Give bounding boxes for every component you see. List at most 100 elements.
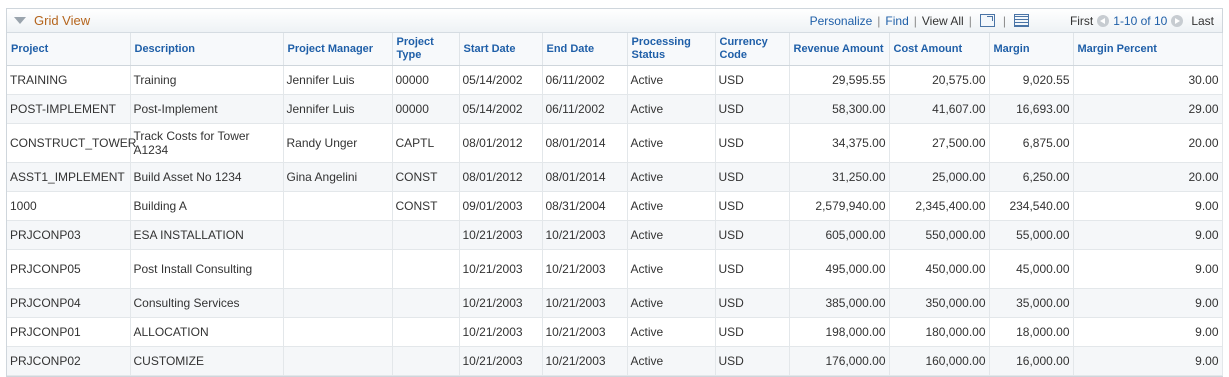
manager-cell: Randy Unger bbox=[283, 123, 393, 163]
revenue-amount-cell: 58,300.00 bbox=[789, 94, 890, 124]
find-link[interactable]: Find bbox=[885, 14, 908, 28]
project-cell: TRAINING bbox=[7, 65, 131, 95]
margin-percent-cell: 30.00 bbox=[1073, 65, 1223, 95]
col-header-processing-status[interactable]: Processing Status bbox=[627, 33, 716, 66]
margin-percent-cell: 9.00 bbox=[1073, 249, 1223, 289]
table-row: PRJCONP02 CUSTOMIZE 10/21/2003 10/21/2003 Ac… bbox=[7, 346, 1223, 376]
projects-table: Project Description Project Manager Proj… bbox=[7, 33, 1223, 376]
project-cell: PRJCONP05 bbox=[7, 249, 131, 289]
project-type-cell: CONST bbox=[392, 162, 460, 192]
col-header-margin[interactable]: Margin bbox=[989, 33, 1074, 66]
next-icon[interactable] bbox=[1171, 14, 1184, 27]
margin-cell: 6,875.00 bbox=[989, 123, 1074, 163]
manager-cell bbox=[283, 317, 393, 347]
zoom-icon[interactable] bbox=[979, 14, 995, 27]
currency-code-cell: USD bbox=[715, 123, 790, 163]
description-cell: Post Install Consulting bbox=[130, 249, 284, 289]
description-cell: ALLOCATION bbox=[130, 317, 284, 347]
table-row: PRJCONP03 ESA INSTALLATION 10/21/2003 10/21… bbox=[7, 220, 1223, 250]
col-header-project-type[interactable]: Project Type bbox=[392, 33, 460, 66]
processing-status-cell: Active bbox=[627, 220, 716, 250]
col-header-cost-amount[interactable]: Cost Amount bbox=[889, 33, 990, 66]
cost-amount-cell: 25,000.00 bbox=[889, 162, 990, 192]
description-cell: Training bbox=[130, 65, 284, 95]
grid-title[interactable]: Grid View bbox=[34, 13, 90, 28]
currency-code-cell: USD bbox=[715, 65, 790, 95]
revenue-amount-cell: 2,579,940.00 bbox=[789, 191, 890, 221]
table-row: ASST1_IMPLEMENT Build Asset No 1234 Gina A… bbox=[7, 162, 1223, 192]
col-header-project-manager[interactable]: Project Manager bbox=[283, 33, 393, 66]
margin-cell: 16,000.00 bbox=[989, 346, 1074, 376]
view-all-link[interactable]: View All bbox=[922, 14, 964, 28]
manager-cell bbox=[283, 288, 393, 318]
project-cell: ASST1_IMPLEMENT bbox=[7, 162, 131, 192]
processing-status-cell: Active bbox=[627, 191, 716, 221]
end-date-cell: 06/11/2002 bbox=[542, 65, 628, 95]
table-row: TRAINING Training Jennifer Luis 00000 05/14/… bbox=[7, 65, 1223, 95]
start-date-cell: 05/14/2002 bbox=[459, 94, 543, 124]
first-link[interactable]: First bbox=[1070, 14, 1093, 28]
revenue-amount-cell: 495,000.00 bbox=[789, 249, 890, 289]
col-header-revenue-amount[interactable]: Revenue Amount bbox=[789, 33, 890, 66]
end-date-cell: 10/21/2003 bbox=[542, 346, 628, 376]
margin-cell: 45,000.00 bbox=[989, 249, 1074, 289]
col-header-currency-code[interactable]: Currency Code bbox=[715, 33, 790, 66]
description-cell: ESA INSTALLATION bbox=[130, 220, 284, 250]
col-header-margin-percent[interactable]: Margin Percent bbox=[1073, 33, 1223, 66]
grid-view-panel: Grid View Personalize | Find | View All … bbox=[6, 8, 1223, 377]
currency-code-cell: USD bbox=[715, 346, 790, 376]
cost-amount-cell: 160,000.00 bbox=[889, 346, 990, 376]
col-header-project[interactable]: Project bbox=[7, 33, 131, 66]
currency-code-cell: USD bbox=[715, 317, 790, 347]
cost-amount-cell: 27,500.00 bbox=[889, 123, 990, 163]
description-cell: Consulting Services bbox=[130, 288, 284, 318]
separator: | bbox=[913, 13, 917, 28]
revenue-amount-cell: 31,250.00 bbox=[789, 162, 890, 192]
manager-cell: Jennifer Luis bbox=[283, 65, 393, 95]
cost-amount-cell: 450,000.00 bbox=[889, 249, 990, 289]
start-date-cell: 10/21/2003 bbox=[459, 288, 543, 318]
margin-cell: 16,693.00 bbox=[989, 94, 1074, 124]
margin-percent-cell: 29.00 bbox=[1073, 94, 1223, 124]
margin-percent-cell: 20.00 bbox=[1073, 123, 1223, 163]
col-header-start-date[interactable]: Start Date bbox=[459, 33, 543, 66]
end-date-cell: 08/01/2014 bbox=[542, 123, 628, 163]
col-header-end-date[interactable]: End Date bbox=[542, 33, 628, 66]
col-header-description[interactable]: Description bbox=[130, 33, 284, 66]
start-date-cell: 10/21/2003 bbox=[459, 346, 543, 376]
end-date-cell: 08/31/2004 bbox=[542, 191, 628, 221]
processing-status-cell: Active bbox=[627, 94, 716, 124]
margin-percent-cell: 9.00 bbox=[1073, 346, 1223, 376]
start-date-cell: 10/21/2003 bbox=[459, 317, 543, 347]
currency-code-cell: USD bbox=[715, 288, 790, 318]
download-grid-icon[interactable] bbox=[1013, 14, 1029, 27]
end-date-cell: 10/21/2003 bbox=[542, 317, 628, 347]
start-date-cell: 05/14/2002 bbox=[459, 65, 543, 95]
description-cell: Track Costs for Tower A1234 bbox=[130, 123, 284, 163]
manager-cell bbox=[283, 191, 393, 221]
margin-percent-cell: 20.00 bbox=[1073, 162, 1223, 192]
manager-cell: Jennifer Luis bbox=[283, 94, 393, 124]
currency-code-cell: USD bbox=[715, 191, 790, 221]
currency-code-cell: USD bbox=[715, 249, 790, 289]
personalize-link[interactable]: Personalize bbox=[810, 14, 873, 28]
processing-status-cell: Active bbox=[627, 65, 716, 95]
margin-cell: 55,000.00 bbox=[989, 220, 1074, 250]
last-link[interactable]: Last bbox=[1191, 14, 1214, 28]
margin-cell: 234,540.00 bbox=[989, 191, 1074, 221]
collapse-arrow-icon[interactable] bbox=[14, 17, 26, 24]
manager-cell: Gina Angelini bbox=[283, 162, 393, 192]
revenue-amount-cell: 385,000.00 bbox=[789, 288, 890, 318]
margin-cell: 9,020.55 bbox=[989, 65, 1074, 95]
cost-amount-cell: 2,345,400.00 bbox=[889, 191, 990, 221]
margin-percent-cell: 9.00 bbox=[1073, 317, 1223, 347]
previous-icon[interactable] bbox=[1097, 14, 1110, 27]
description-cell: CUSTOMIZE bbox=[130, 346, 284, 376]
manager-cell bbox=[283, 220, 393, 250]
separator: | bbox=[968, 13, 972, 28]
description-cell: Post-Implement bbox=[130, 94, 284, 124]
grid-navigation: Personalize | Find | View All | | First … bbox=[810, 9, 1214, 32]
project-type-cell bbox=[392, 346, 460, 376]
project-type-cell bbox=[392, 249, 460, 289]
revenue-amount-cell: 605,000.00 bbox=[789, 220, 890, 250]
